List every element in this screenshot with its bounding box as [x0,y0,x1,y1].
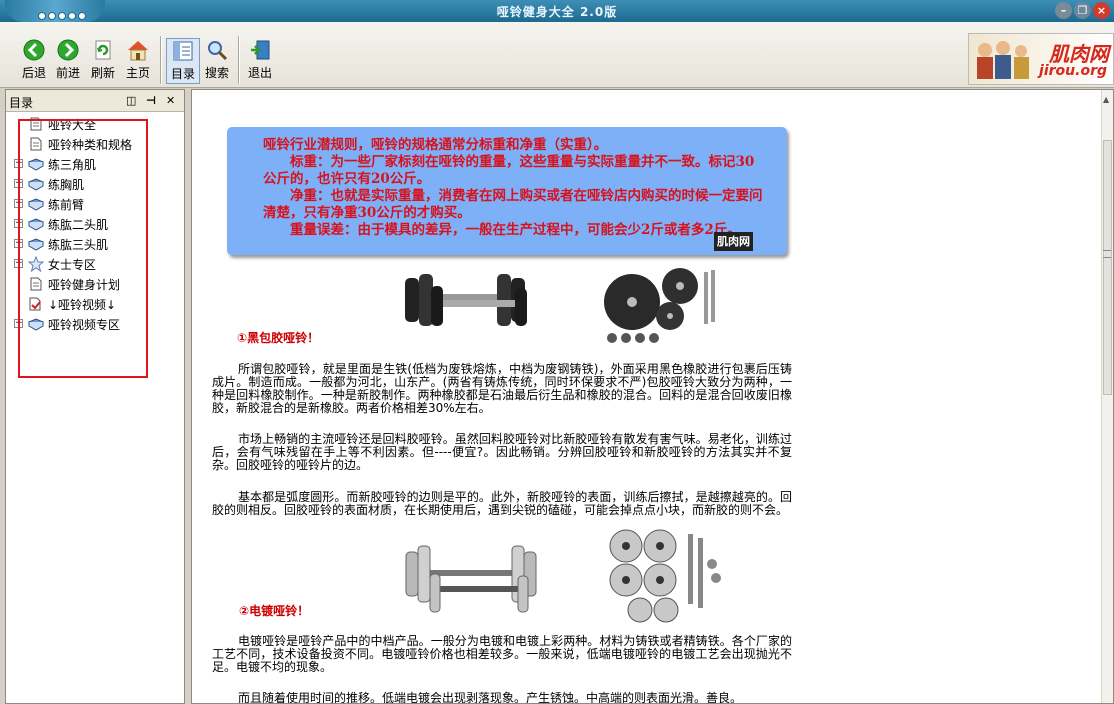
minimize-icon[interactable]: – [1055,2,1072,19]
rubber-dumbbell-image [405,274,527,326]
refresh-button[interactable]: 刷新 [86,38,120,84]
paragraph-3: 基本都是弧度圆形。而新胶哑铃的边则是平的。此外，新胶哑铃的表面，训练后擦拭，是越… [212,490,792,517]
rules-note-box: 哑铃行业潜规则，哑铃的规格通常分标重和净重（实重）。 标重：为一些厂家标刻在哑铃… [227,127,787,255]
title-bar: 哑铃健身大全 2.0版 – ❐ × [0,0,1114,22]
search-button[interactable]: 搜索 [200,38,234,84]
search-icon [205,38,229,62]
sidebar-title: 目录 [9,96,34,110]
forward-button[interactable]: 前进 [51,38,85,84]
site-logo: 肌肉网 jirou.org [968,33,1114,85]
note-line-3: 净重：也就是实际重量，消费者在网上购买或者在哑铃店内购买的时候一定要问清楚，只有… [263,188,763,221]
home-icon [126,38,150,62]
logo-people-illustration [977,41,1029,79]
toc-icon [171,39,195,63]
window-title: 哑铃健身大全 2.0版 [496,5,618,19]
highlight-box [18,119,148,378]
home-button[interactable]: 主页 [121,38,155,84]
chrome-plates-image [609,529,721,623]
scrollbar-thumb[interactable] [1103,140,1112,395]
rubber-plates-image [604,268,715,343]
forward-arrow-icon [56,38,80,62]
note-line-1: 哑铃行业潜规则，哑铃的规格通常分标重和净重（实重）。 [263,137,608,153]
scroll-up-icon[interactable]: ▲ [1103,95,1109,104]
article-pane[interactable]: 哑铃行业潜规则，哑铃的规格通常分标重和净重（实重）。 标重：为一些厂家标刻在哑铃… [191,89,1114,704]
toolbar-separator [160,36,162,84]
close-panel-icon[interactable]: ✕ [166,94,175,107]
note-line-4: 重量误差：由于模具的差异，一般在生产过程中，可能会少2斤或者多2斤。 [263,222,741,238]
section-title-rubber: ①黑包胶哑铃！ [237,331,320,345]
sidebar-header: 目录 ◫ ⊣ ✕ [6,90,184,112]
back-button[interactable]: 后退 [17,38,51,84]
back-arrow-icon [22,38,46,62]
vertical-scrollbar[interactable]: ▲ [1101,90,1113,703]
toc-button[interactable]: 目录 [166,38,200,84]
refresh-icon [91,38,115,62]
exit-button[interactable]: 退出 [243,38,277,84]
paragraph-2: 市场上畅销的主流哑铃还是回料胶哑铃。虽然回料胶哑铃对比新胶哑铃有散发有害气味。易… [212,432,792,472]
float-panel-icon[interactable]: ◫ [126,94,136,107]
toolbar: 后退 前进 刷新 主页 目录 搜索 退出 肌肉网 jirou.org [0,22,1114,88]
note-line-2: 标重：为一些厂家标刻在哑铃的重量，这些重量与实际重量并不一致。标记30公斤的，也… [263,154,755,187]
paragraph-1: 所谓包胶哑铃，就是里面是生铁(低档为废铁熔炼，中档为废钢铸铁)，外面采用黑色橡胶… [212,362,792,415]
exit-door-icon [248,38,272,62]
paragraph-4: 电镀哑铃是哑铃产品中的中档产品。一般分为电镀和电镀上彩两种。材料为铸铁或者精铸铁… [212,634,792,674]
note-stamp: 肌肉网 [714,232,753,251]
close-icon[interactable]: × [1093,2,1110,19]
pin-icon[interactable]: ⊣ [146,94,156,107]
section-title-chrome: ②电镀哑铃！ [239,604,310,618]
restore-icon[interactable]: ❐ [1074,2,1091,19]
paragraph-5: 而且随着使用时间的推移。低端电镀会出现剥落现象。产生锈蚀。中高端的则表面光滑。善… [238,691,743,704]
chrome-dumbbell-image [405,545,537,613]
scrollbar-grip [1103,250,1111,258]
toolbar-separator [238,36,240,84]
